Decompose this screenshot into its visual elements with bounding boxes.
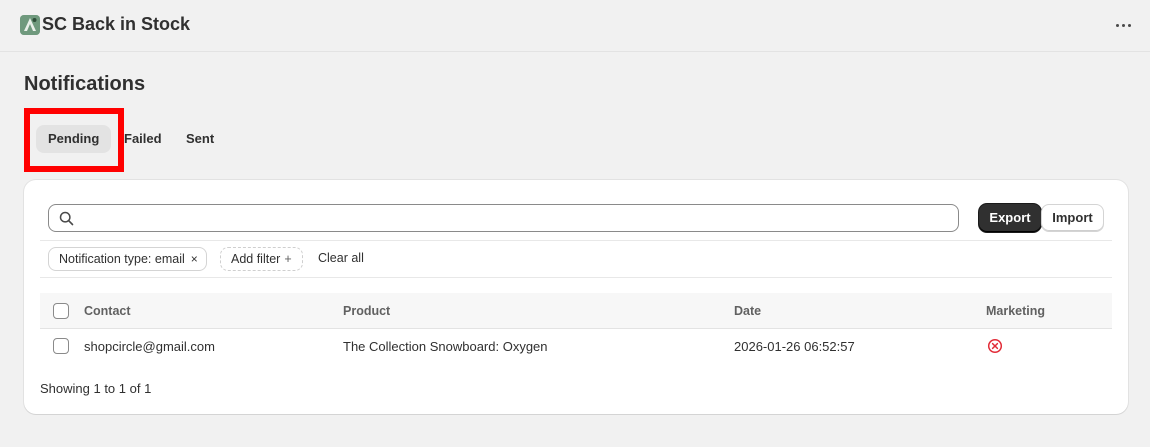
search-icon	[59, 211, 74, 226]
tab-sent[interactable]: Sent	[174, 125, 226, 153]
plus-icon: +	[284, 252, 292, 266]
search-input[interactable]	[81, 207, 941, 229]
column-header-date[interactable]: Date	[734, 304, 761, 318]
filter-chip-label: Notification type: email	[59, 252, 185, 266]
ellipsis-horizontal-icon	[1115, 23, 1119, 27]
column-header-product[interactable]: Product	[343, 304, 390, 318]
table-row[interactable]: shopcircle@gmail.com The Collection Snow…	[40, 329, 1112, 365]
add-filter-button[interactable]: Add filter +	[220, 247, 303, 271]
table-header: Contact Product Date Marketing	[40, 293, 1112, 329]
divider	[40, 277, 1112, 278]
column-header-marketing[interactable]: Marketing	[986, 304, 1045, 318]
cell-contact: shopcircle@gmail.com	[84, 339, 215, 354]
app-title: SC Back in Stock	[42, 14, 191, 34]
ellipsis-dot	[1127, 23, 1131, 27]
row-checkbox[interactable]	[53, 338, 69, 354]
close-icon[interactable]: ×	[191, 252, 198, 266]
export-button[interactable]: Export	[979, 204, 1041, 232]
tab-failed[interactable]: Failed	[112, 125, 174, 153]
ellipsis-dot	[1121, 23, 1125, 27]
app-header: SC Back in Stock	[0, 0, 1150, 52]
notifications-card: Export Import Notification type: email × …	[24, 180, 1128, 414]
import-button[interactable]: Import	[1041, 204, 1104, 232]
column-header-contact[interactable]: Contact	[84, 304, 131, 318]
pagination-summary: Showing 1 to 1 of 1	[40, 381, 152, 396]
app-logo-icon	[20, 15, 40, 35]
page-title: Notifications	[24, 73, 146, 95]
filter-chip-notification-type[interactable]: Notification type: email ×	[48, 247, 207, 271]
select-all-checkbox[interactable]	[53, 303, 69, 319]
not-subscribed-icon	[987, 338, 1003, 354]
cell-product: The Collection Snowboard: Oxygen	[343, 339, 548, 354]
clear-all-button[interactable]: Clear all	[318, 251, 364, 265]
search-field[interactable]	[48, 204, 959, 232]
more-actions-button[interactable]	[1108, 14, 1138, 36]
tab-pending[interactable]: Pending	[36, 125, 112, 153]
divider	[40, 240, 1112, 241]
cell-date: 2026-01-26 06:52:57	[734, 339, 855, 354]
add-filter-label: Add filter	[231, 252, 281, 266]
